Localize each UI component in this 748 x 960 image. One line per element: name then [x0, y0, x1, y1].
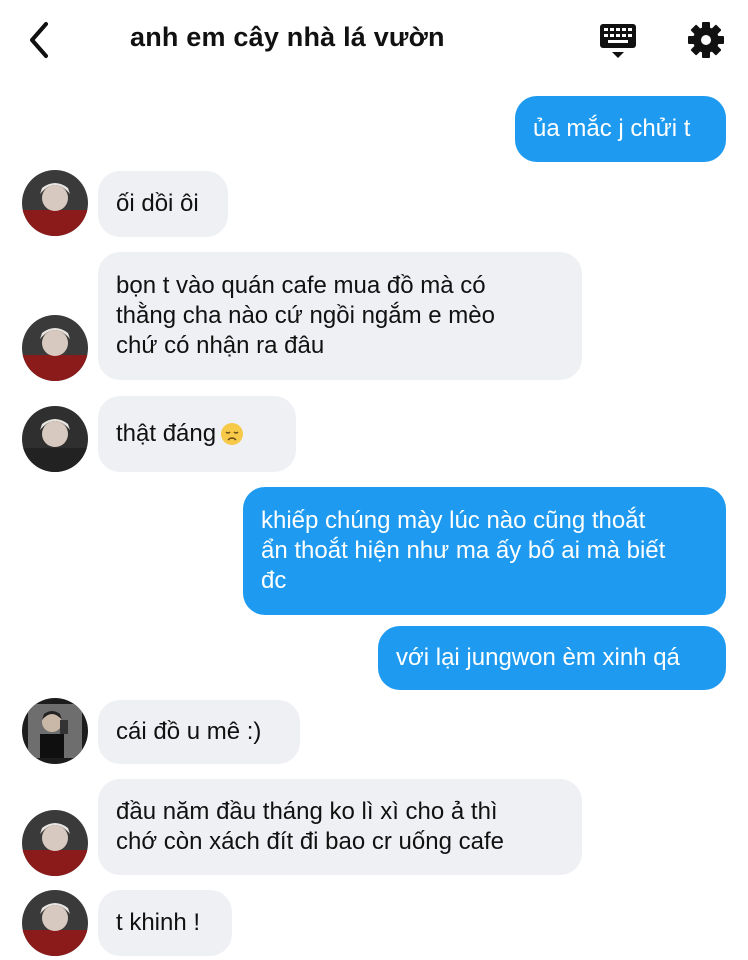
disappointed-face-emoji: [221, 423, 244, 445]
message-text: cái đồ u mê :): [116, 718, 262, 745]
avatar[interactable]: [22, 810, 88, 876]
chevron-left-icon: [30, 22, 48, 58]
message-bubble-outgoing[interactable]: ủa mắc j chửi t: [515, 96, 726, 162]
message-text: ối dồi ôi: [116, 190, 199, 217]
message-text: khiếp chúng mày lúc nào cũng thoắt ẩn th…: [261, 507, 666, 594]
keyboard-icon: [600, 24, 636, 58]
message-bubble-incoming[interactable]: bọn t vào quán cafe mua đồ mà có thằng c…: [98, 252, 582, 380]
message-bubble-incoming[interactable]: thật đáng: [98, 396, 296, 472]
settings-button[interactable]: [684, 18, 728, 62]
avatar[interactable]: [22, 315, 88, 381]
message-text: thật đáng: [116, 420, 217, 447]
avatar-image: [22, 890, 88, 956]
message-text: t khinh !: [116, 909, 201, 936]
avatar[interactable]: [22, 698, 88, 764]
message-bubble-outgoing[interactable]: khiếp chúng mày lúc nào cũng thoắt ẩn th…: [243, 487, 726, 615]
avatar-image: [22, 406, 88, 472]
keyboard-button[interactable]: [596, 18, 640, 62]
message-text: bọn t vào quán cafe mua đồ mà có thằng c…: [116, 272, 495, 359]
message-bubble-incoming[interactable]: ối dồi ôi: [98, 171, 228, 237]
chat-header: anh em cây nhà lá vườn: [0, 0, 748, 80]
message-text: với lại jungwon èm xinh qá: [396, 644, 680, 671]
avatar-image: [22, 170, 88, 236]
message-bubble-incoming[interactable]: đầu năm đầu tháng ko lì xì cho ả thì chớ…: [98, 779, 582, 875]
message-bubble-incoming[interactable]: cái đồ u mê :): [98, 700, 300, 764]
avatar[interactable]: [22, 406, 88, 472]
message-bubble-incoming[interactable]: t khinh !: [98, 890, 232, 956]
avatar-image: [22, 810, 88, 876]
avatar[interactable]: [22, 890, 88, 956]
message-text: đầu năm đầu tháng ko lì xì cho ả thì chớ…: [116, 798, 504, 855]
message-text: ủa mắc j chửi t: [533, 115, 691, 142]
message-bubble-outgoing[interactable]: với lại jungwon èm xinh qá: [378, 626, 726, 690]
avatar[interactable]: [22, 170, 88, 236]
avatar-image: [22, 315, 88, 381]
gear-icon: [688, 22, 724, 58]
back-button[interactable]: [22, 18, 62, 62]
chat-title: anh em cây nhà lá vườn: [130, 22, 445, 52]
avatar-image: [22, 698, 88, 764]
